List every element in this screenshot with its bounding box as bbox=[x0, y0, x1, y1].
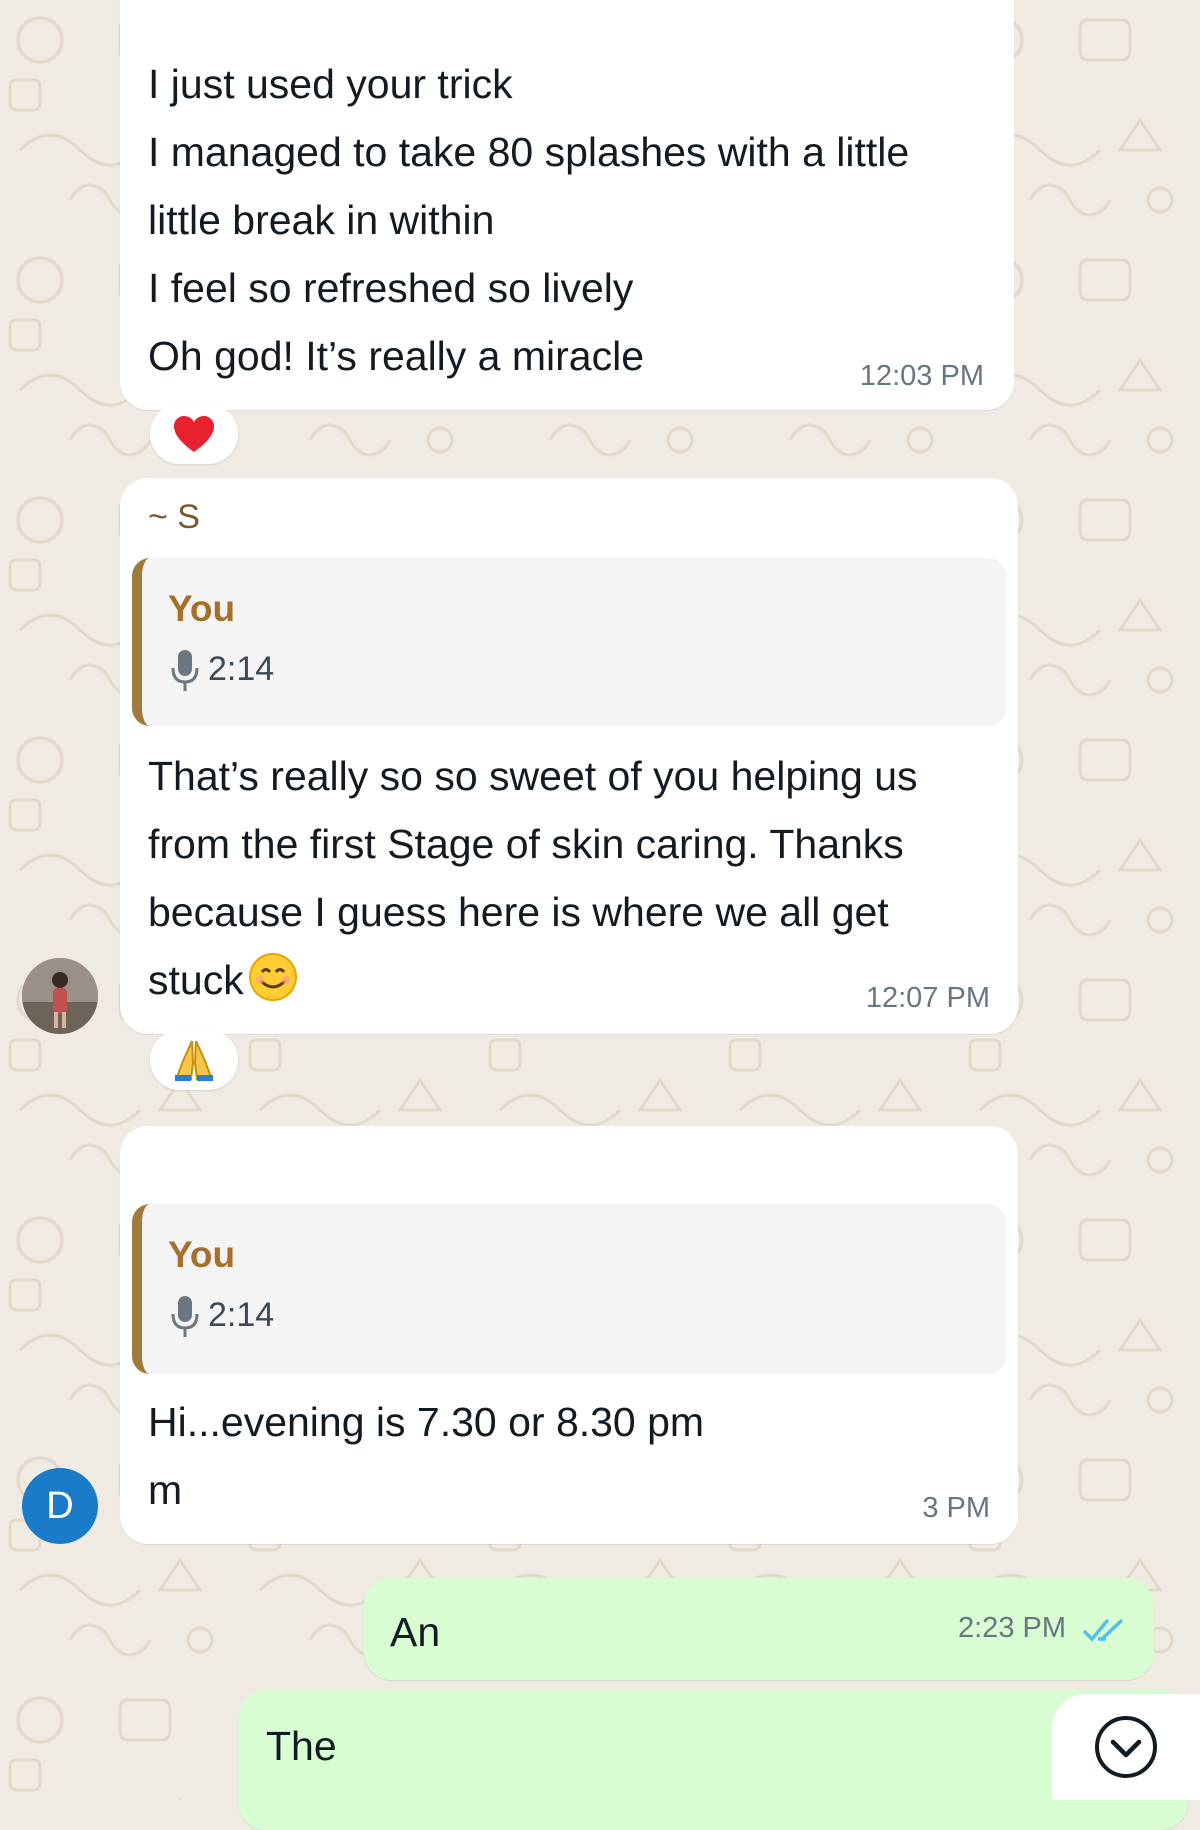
message-timestamp: 2:23 PM bbox=[958, 1612, 1066, 1644]
message-timestamp: 12:07 PM bbox=[865, 982, 990, 1014]
chevron-down-circle-icon bbox=[1095, 1716, 1157, 1778]
folded-hands-icon bbox=[175, 1040, 213, 1081]
message-line: because I guess here is where we all get bbox=[148, 889, 889, 935]
message-line-last: stuck bbox=[148, 946, 298, 1014]
scroll-to-bottom-button[interactable] bbox=[1052, 1694, 1200, 1800]
voice-duration: 2:14 bbox=[208, 650, 275, 688]
reaction-folded-hands[interactable] bbox=[150, 1030, 238, 1090]
incoming-message-bubble[interactable]: ~ S You 2:14 That’s really so so sweet o… bbox=[120, 478, 1018, 1034]
message-line: I managed to take 80 splashes with a lit… bbox=[148, 129, 910, 175]
message-line: That’s really so so sweet of you helping… bbox=[148, 753, 918, 799]
quote-author: You bbox=[168, 1234, 236, 1275]
quoted-voice-message[interactable]: You 2:14 bbox=[132, 558, 1006, 726]
heart-icon bbox=[174, 416, 214, 452]
sender-name[interactable]: ~ S bbox=[148, 498, 200, 537]
profile-photo-icon bbox=[22, 958, 98, 1034]
message-timestamp: 12:03 PM bbox=[859, 360, 984, 392]
quote-author: You bbox=[168, 588, 236, 629]
message-text: stuck bbox=[148, 957, 244, 1003]
smiling-face-emoji-icon bbox=[248, 953, 297, 1001]
avatar-initial: D bbox=[46, 1484, 74, 1527]
message-line: m bbox=[148, 1467, 183, 1513]
message-line: I feel so refreshed so lively bbox=[148, 265, 634, 311]
message-line: from the first Stage of skin caring. Tha… bbox=[148, 821, 904, 867]
message-line: I just used your trick bbox=[148, 61, 513, 107]
double-check-icon bbox=[1082, 1618, 1124, 1642]
reaction-heart[interactable] bbox=[150, 404, 238, 464]
message-line: Oh god! It’s really a miracle bbox=[148, 333, 645, 379]
message-text: An bbox=[390, 1609, 441, 1655]
outgoing-message-bubble[interactable]: An 2:23 PM bbox=[364, 1578, 1154, 1680]
outgoing-message-bubble[interactable]: The bbox=[238, 1690, 1188, 1830]
voice-duration: 2:14 bbox=[208, 1296, 275, 1334]
incoming-message-bubble[interactable]: You 2:14 Hi...evening is 7.30 or 8.30 pm… bbox=[120, 1126, 1018, 1544]
microphone-icon bbox=[171, 650, 199, 691]
sender-avatar-letter[interactable]: D bbox=[22, 1468, 98, 1544]
microphone-icon bbox=[171, 1296, 199, 1337]
quoted-voice-message[interactable]: You 2:14 bbox=[132, 1204, 1006, 1374]
incoming-message-bubble[interactable]: I just used your trick I managed to take… bbox=[120, 0, 1014, 410]
sender-avatar-photo[interactable] bbox=[22, 958, 98, 1034]
message-line: little break in within bbox=[148, 197, 495, 243]
message-text: The bbox=[266, 1723, 337, 1769]
message-timestamp: 3 PM bbox=[922, 1492, 990, 1524]
message-line: Hi...evening is 7.30 or 8.30 pm bbox=[148, 1399, 705, 1445]
